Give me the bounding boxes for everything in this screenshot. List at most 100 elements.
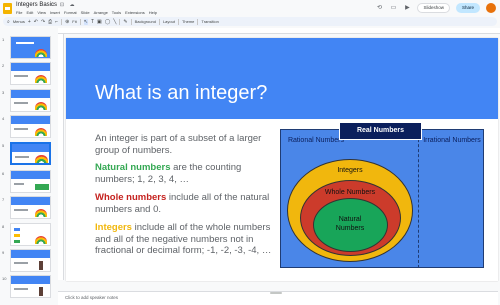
speaker-notes[interactable]: Click to add speaker notes [58,291,498,305]
notes-resize-handle[interactable] [270,292,282,294]
menu-arrange[interactable]: Arrange [94,10,108,16]
menu-view[interactable]: View [37,10,46,16]
thumb-graphic [14,228,20,231]
thumb-text-line [14,209,28,211]
real-numbers-diagram[interactable]: Rational Numbers Irrational Numbers Real… [280,122,484,268]
history-icon[interactable]: ⟲ [375,4,383,12]
image-icon[interactable]: ▣ [97,19,102,25]
meet-icon[interactable]: ▶ [403,4,411,12]
slide-canvas[interactable]: What is an integer? An integer is part o… [66,38,498,281]
slides-logo-icon[interactable] [3,3,12,14]
menu-format[interactable]: Format [64,10,77,16]
slide-title[interactable]: What is an integer? [95,82,267,105]
thumb-banner [11,171,50,180]
intro-text[interactable]: An integer is part of a subset of a larg… [95,133,283,156]
shape-icon[interactable]: ◯ [105,19,111,25]
paint-format-icon[interactable]: ⌐ [55,19,58,25]
rational-irrational-divider [418,129,419,268]
thumb-text-line [14,75,28,77]
slide-thumbnail[interactable] [10,223,51,246]
menu-help[interactable]: Help [149,10,157,16]
thumb-number: 9 [2,250,5,255]
header-actions: ⟲ ▭ ▶ Slideshow Share [375,2,496,14]
layout-button[interactable]: Layout [163,19,175,24]
print-icon[interactable]: ⎙ [48,19,52,25]
integers-keyword: Integers [95,222,132,233]
search-icon[interactable]: ⌕ [7,19,10,25]
menus-search-label[interactable]: Menus [13,19,25,24]
thumb-text-line [14,102,28,104]
thumb-number: 4 [2,116,5,121]
slide-thumbnail[interactable] [10,62,51,85]
new-slide-icon[interactable]: + [28,19,31,25]
thumb-banner [11,63,50,72]
background-button[interactable]: Background [135,19,156,24]
text-box-icon[interactable]: T [91,19,94,25]
rainbow-thumb-icon [35,102,47,110]
slide-thumbnail[interactable] [10,36,51,59]
rainbow-thumb-icon [35,75,47,83]
irrational-label: Irrational Numbers [423,137,481,144]
toolbar-divider [119,18,121,25]
thumb-text-line [14,128,28,130]
comment-icon[interactable]: ▭ [389,4,397,12]
share-button[interactable]: Share [455,3,480,13]
speaker-notes-placeholder[interactable]: Click to add speaker notes [65,295,118,300]
thumb-text-line [14,183,24,185]
intro-sentence: An integer is part of a subset of a larg… [95,133,262,156]
menu-edit[interactable]: Edit [26,10,33,16]
thumb-text-line [14,288,28,290]
thumb-banner [11,250,50,259]
thumb-banner [11,116,50,125]
menu-file[interactable]: File [16,10,22,16]
rainbow-thumb-icon [35,236,47,244]
slide-thumbnail[interactable] [10,275,51,298]
menu-slide[interactable]: Slide [81,10,90,16]
slide-thumbnail[interactable] [10,170,51,193]
star-move-cloud-icons[interactable]: ☆ ⊡ ☁ [50,2,76,8]
vertical-ruler[interactable] [58,34,64,280]
slide-thumbnail[interactable] [10,115,51,138]
theme-button[interactable]: Theme [182,19,194,24]
thumb-number: 3 [2,90,5,95]
whole-paragraph[interactable]: Whole numbers include all of the natural… [95,192,283,215]
thumb-graphic [39,261,43,270]
thumb-banner [11,276,50,285]
slide-thumbnail[interactable] [10,196,51,219]
menu-tools[interactable]: Tools [112,10,121,16]
toolbar-divider [61,18,63,25]
toolbar-divider [130,18,132,25]
zoom-icon[interactable]: ⊕ [65,19,69,25]
thumb-number: 2 [2,63,5,68]
redo-icon[interactable]: ↷ [41,19,45,25]
line-icon[interactable]: ╲ [113,19,116,25]
transition-button[interactable]: Transition [201,19,218,24]
thumb-banner [11,90,50,99]
integers-paragraph[interactable]: Integers include all of the whole number… [95,222,283,257]
toolbar-divider [177,18,179,25]
menu-extensions[interactable]: Extensions [125,10,145,16]
slide-thumbnail[interactable] [10,89,51,112]
natural-paragraph[interactable]: Natural numbers are the counting numbers… [95,162,283,185]
rainbow-thumb-icon [35,128,47,136]
zoom-select[interactable]: Fit [72,19,76,24]
slide-thumbnail-selected[interactable] [10,142,51,165]
menu-insert[interactable]: Insert [50,10,60,16]
comment-add-icon[interactable]: ✎ [123,19,127,25]
app-header: Integers Basics ☆ ⊡ ☁ File Edit View Ins… [0,0,500,16]
rational-label: Rational Numbers [287,137,345,144]
thumb-number: 8 [2,224,5,229]
integers-label: Integers [337,167,363,174]
undo-icon[interactable]: ↶ [34,19,38,25]
thumb-number: 1 [2,37,5,42]
thumb-banner [11,197,50,206]
horizontal-ruler[interactable] [58,28,500,34]
slideshow-button[interactable]: Slideshow [417,3,450,13]
select-tool-icon[interactable]: ↖ [83,18,88,25]
natural-numbers-label: Natural Numbers [335,216,365,232]
slide-thumbnail[interactable] [10,249,51,272]
whole-numbers-label: Whole Numbers [324,189,376,196]
avatar[interactable] [486,3,496,13]
whole-keyword: Whole numbers [95,192,167,203]
thumb-number: 10 [2,276,7,281]
